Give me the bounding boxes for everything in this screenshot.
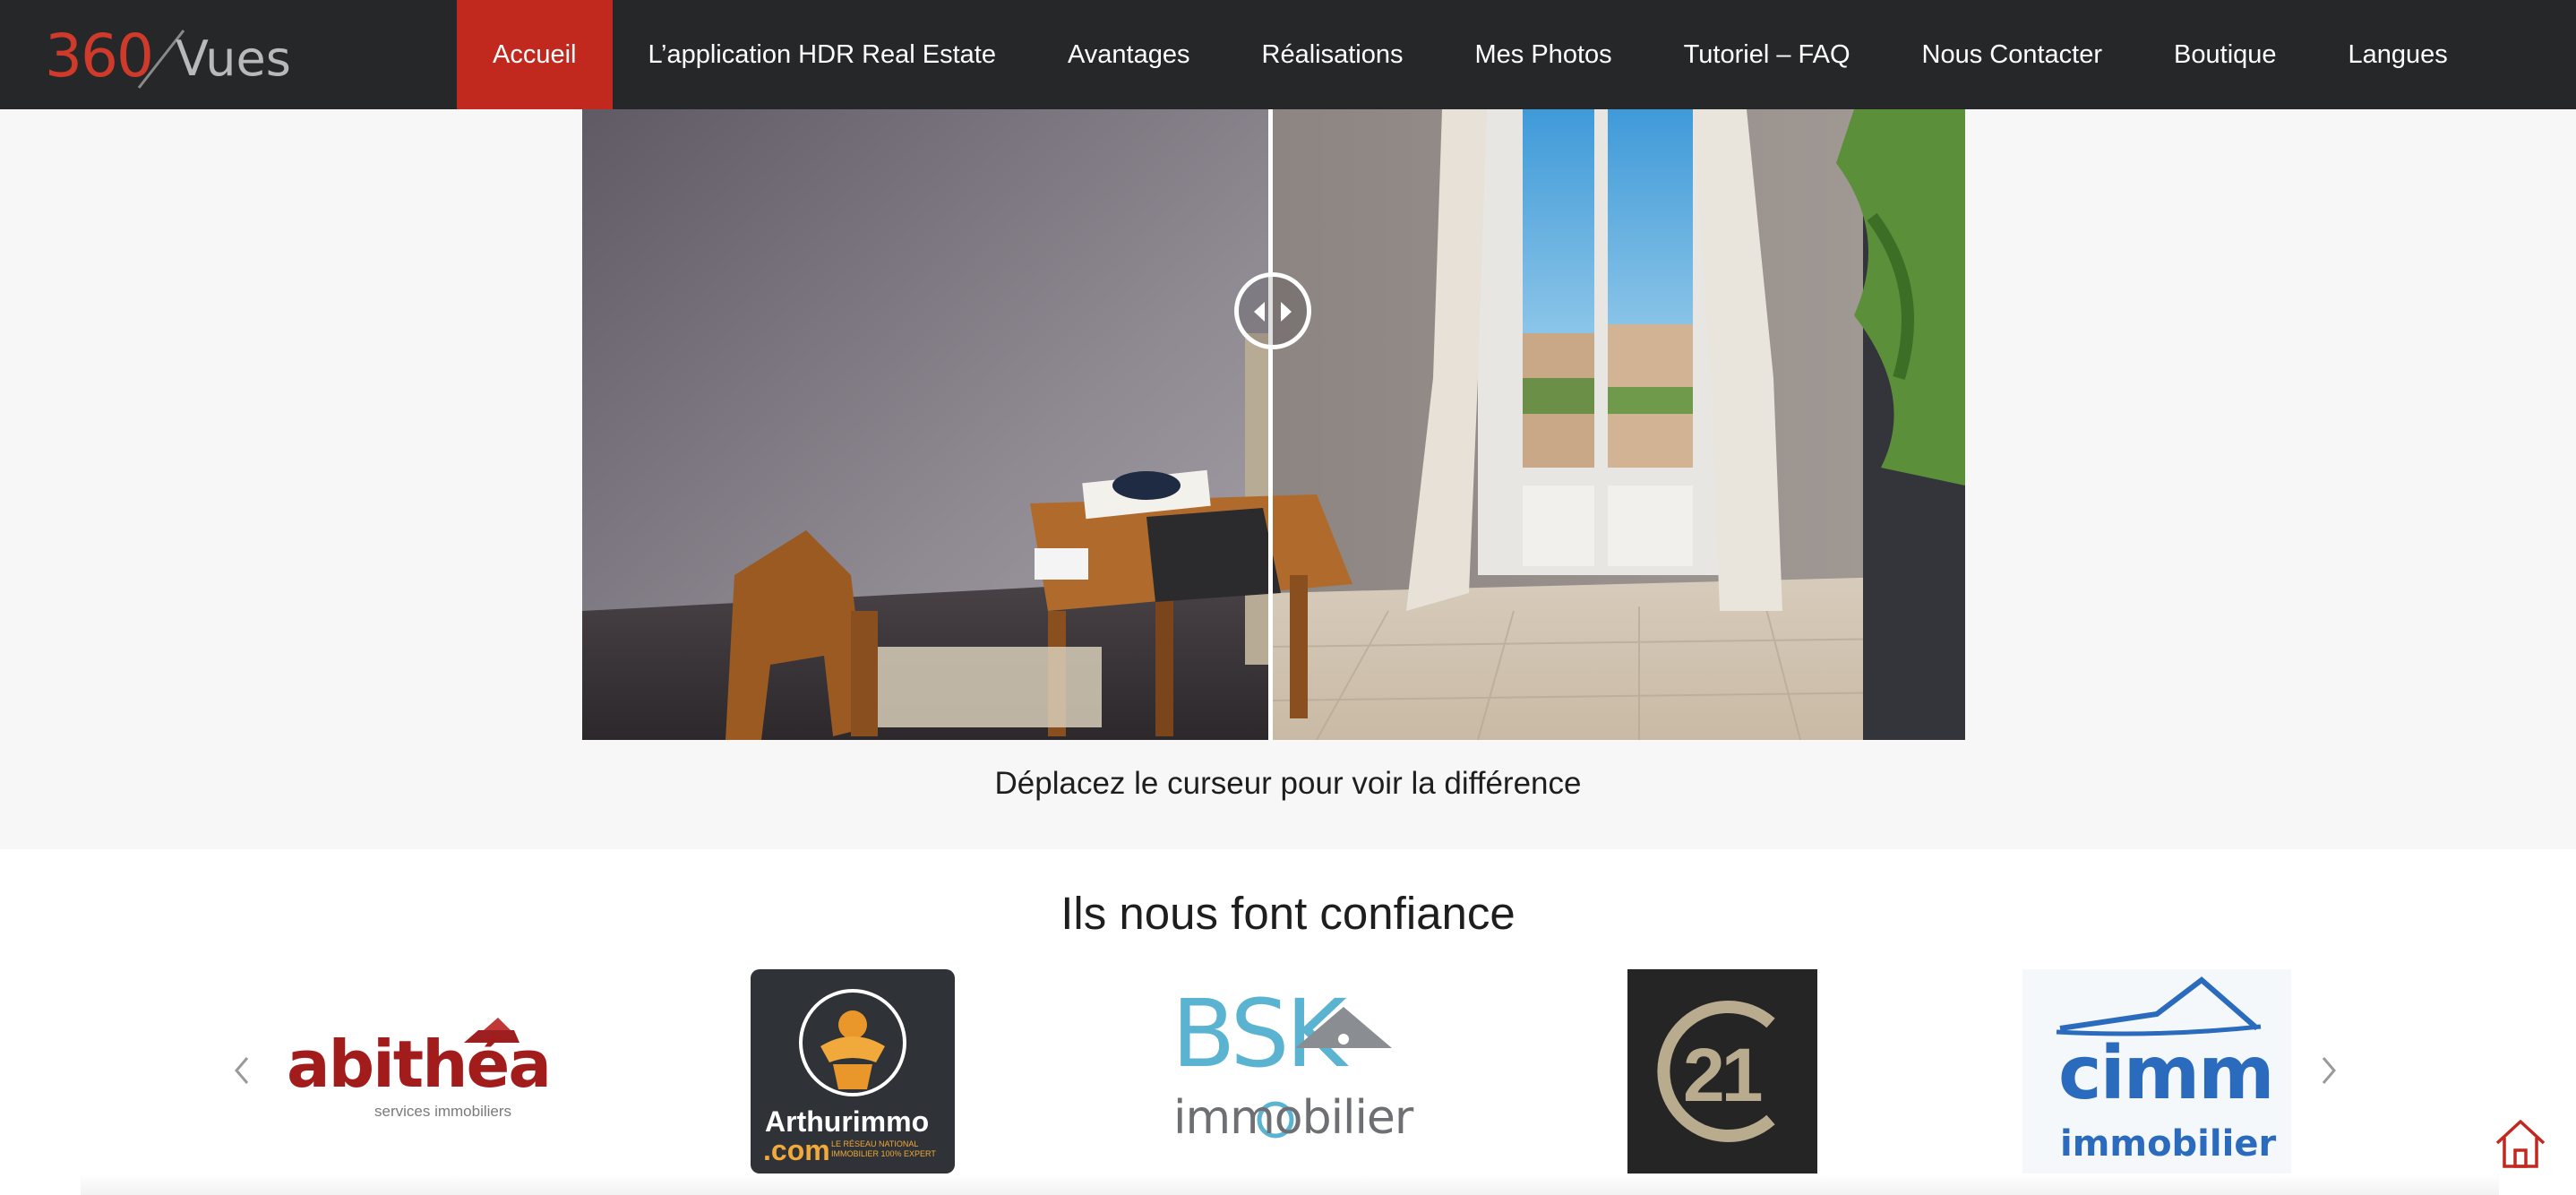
- abithea-tagline: services immobiliers: [374, 1103, 512, 1120]
- partners-heading: Ils nous font confiance: [1060, 888, 1516, 939]
- bsk-subtitle: immobilier: [1173, 1091, 1413, 1145]
- nav-item-langues[interactable]: Langues: [2313, 0, 2484, 109]
- partner-logo-cimm[interactable]: cimm immobilier: [2022, 969, 2291, 1174]
- nav-item-realisations[interactable]: Réalisations: [1226, 0, 1439, 109]
- century21-number: 21: [1683, 1033, 1763, 1117]
- left-arrow-icon: [1254, 302, 1265, 322]
- arthurimmo-tagline: LE RÉSEAU NATIONAL IMMOBILIER 100% EXPER…: [831, 1139, 936, 1158]
- top-navbar: 360 Vues Accueil L’application HDR Real …: [0, 0, 2576, 109]
- cimm-subtitle: immobilier: [2060, 1123, 2277, 1165]
- partner-logo-arthurimmo[interactable]: Arthurimmo .com LE RÉSEAU NATIONAL IMMOB…: [751, 969, 955, 1174]
- arthurimmo-domain: .com: [763, 1134, 830, 1166]
- site-logo[interactable]: 360 Vues: [45, 18, 291, 93]
- before-after-slider[interactable]: [582, 109, 1965, 740]
- right-arrow-icon: [1281, 302, 1292, 322]
- chevron-left-icon[interactable]: [233, 1055, 251, 1086]
- cimm-wordmark: cimm: [2058, 1031, 2275, 1116]
- slider-divider[interactable]: [1268, 109, 1273, 740]
- home-icon[interactable]: [2492, 1116, 2549, 1170]
- nav-item-application[interactable]: L’application HDR Real Estate: [613, 0, 1032, 109]
- slider-handle[interactable]: [1234, 272, 1311, 349]
- chevron-right-icon[interactable]: [2320, 1055, 2338, 1086]
- partner-logo-century21[interactable]: 21: [1627, 969, 1817, 1174]
- abithea-wordmark: abithéa: [287, 1027, 548, 1102]
- nav-item-avantages[interactable]: Avantages: [1032, 0, 1226, 109]
- section-bottom-shadow: [81, 1174, 2499, 1195]
- logo-word: Vues: [176, 30, 291, 87]
- main-menu: Accueil L’application HDR Real Estate Av…: [457, 0, 2484, 109]
- nav-item-accueil[interactable]: Accueil: [457, 0, 613, 109]
- comparison-section: Déplacez le curseur pour voir la différe…: [0, 109, 2576, 849]
- room-photo-image: [582, 109, 1965, 740]
- nav-item-mes-photos[interactable]: Mes Photos: [1439, 0, 1648, 109]
- partner-logo-abithea[interactable]: abithéa services immobiliers: [279, 1018, 548, 1125]
- nav-item-boutique[interactable]: Boutique: [2138, 0, 2313, 109]
- comparison-caption: Déplacez le curseur pour voir la différe…: [994, 766, 1582, 801]
- nav-item-tutoriel-faq[interactable]: Tutoriel – FAQ: [1648, 0, 1886, 109]
- partner-logo-bsk[interactable]: BSK immobilier: [1164, 985, 1415, 1147]
- nav-item-nous-contacter[interactable]: Nous Contacter: [1886, 0, 2139, 109]
